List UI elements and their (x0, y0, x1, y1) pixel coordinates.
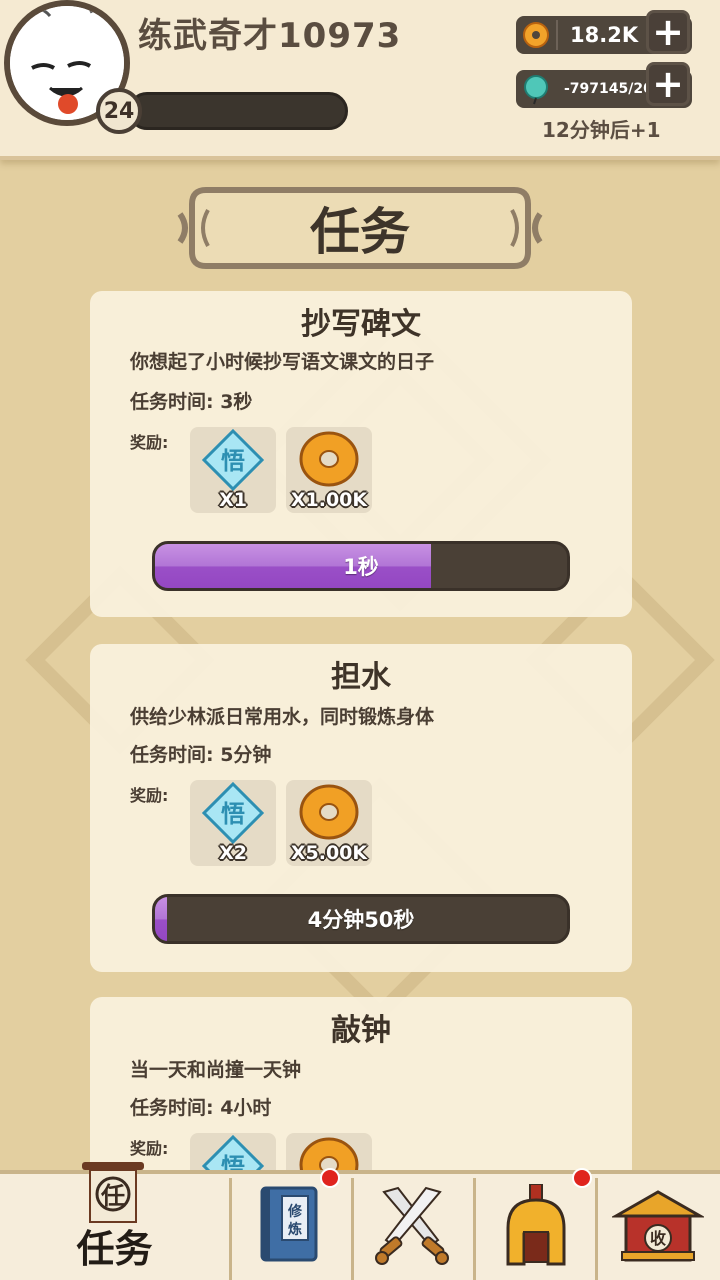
training-book-icon: 修 炼 (260, 1186, 318, 1262)
reward-quantity: X2 (219, 842, 247, 864)
reward-label: 奖励: (130, 433, 169, 452)
reward-coins[interactable]: X5.00K (286, 780, 372, 866)
task-title: 敲钟 (331, 1013, 391, 1048)
bottom-navigation: 任 任务 修 炼 收 (0, 1162, 720, 1280)
task-title: 担水 (331, 660, 391, 695)
pavilion-shop-icon: 收 (612, 1190, 704, 1262)
crossed-swords-icon (375, 1186, 449, 1265)
copper-coin-icon (299, 431, 359, 487)
task-description: 供给少林派日常用水，同时锻炼身体 (130, 706, 435, 728)
player-name: 练武奇才10973 (138, 16, 402, 56)
task-time-remaining: 4分钟50秒 (307, 908, 415, 932)
nav-tab-collect[interactable]: 收 (598, 1178, 720, 1280)
reward-label: 奖励: (130, 786, 169, 805)
copper-coin-icon (299, 784, 359, 840)
nav-tab-battle[interactable] (354, 1178, 476, 1280)
task-card-ring-bell: 敲钟 当一天和尚撞一天钟 任务时间: 4小时 奖励: 悟 (90, 997, 632, 1219)
top-status-bar: 24 练武奇才10973 18.2K + -797145/20 + 12分钟后+… (0, 0, 720, 160)
task-duration: 任务时间: 3秒 (130, 391, 253, 413)
nav-tab-training[interactable]: 修 炼 (232, 1168, 354, 1280)
collect-glyph: 收 (650, 1229, 666, 1248)
reward-coins[interactable]: X1.00K (286, 427, 372, 513)
reward-insight[interactable]: 悟 X1 (190, 427, 276, 513)
task-glyph: 任 (100, 1182, 125, 1210)
stamina-value: -797145/20 (564, 81, 653, 97)
insight-diamond-icon: 悟 (202, 782, 264, 844)
page-title: 任务 (310, 203, 410, 261)
insight-glyph: 悟 (221, 447, 245, 475)
notification-badge (572, 1168, 592, 1188)
task-time-remaining: 1秒 (343, 555, 379, 579)
reward-quantity: X1.00K (290, 489, 368, 511)
task-description: 当一天和尚撞一天钟 (130, 1059, 302, 1081)
task-progress-bar: 4分钟50秒 (152, 894, 570, 944)
coin-value: 18.2K (570, 23, 639, 47)
notification-badge (320, 1168, 340, 1188)
add-stamina-button[interactable]: + (646, 62, 690, 106)
page-title-banner: 任务 (176, 184, 544, 272)
insight-glyph: 悟 (221, 800, 245, 828)
nav-tab-equipment[interactable] (476, 1168, 598, 1280)
nav-label-tasks: 任务 (76, 1227, 153, 1271)
task-title: 抄写碑文 (301, 307, 421, 342)
insight-diamond-icon: 悟 (202, 429, 264, 491)
reward-insight[interactable]: 悟 X2 (190, 780, 276, 866)
teal-gourd-icon (516, 70, 556, 108)
svg-text:炼: 炼 (288, 1221, 302, 1238)
reward-label: 奖励: (130, 1139, 169, 1158)
svg-text:修: 修 (287, 1203, 303, 1220)
helmet-icon (506, 1184, 566, 1266)
experience-bar (128, 92, 348, 130)
task-description: 你想起了小时候抄写语文课文的日子 (130, 351, 435, 373)
task-duration: 任务时间: 5分钟 (130, 744, 272, 766)
reward-quantity: X1 (219, 489, 247, 511)
task-progress-bar: 1秒 (152, 541, 570, 591)
nav-tab-tasks[interactable]: 任 任务 (0, 1162, 232, 1280)
reward-quantity: X5.00K (290, 842, 368, 864)
coin-icon (516, 16, 556, 54)
task-card-copy-stele: 抄写碑文 你想起了小时候抄写语文课文的日子 任务时间: 3秒 奖励: 悟 X1 … (90, 291, 632, 617)
stamina-regen-timer: 12分钟后+1 (542, 118, 661, 142)
task-card-carry-water: 担水 供给少林派日常用水，同时锻炼身体 任务时间: 5分钟 奖励: 悟 X2 X… (90, 644, 632, 972)
level-badge: 24 (96, 88, 142, 134)
add-coins-button[interactable]: + (646, 10, 690, 54)
task-duration: 任务时间: 4小时 (130, 1097, 272, 1119)
